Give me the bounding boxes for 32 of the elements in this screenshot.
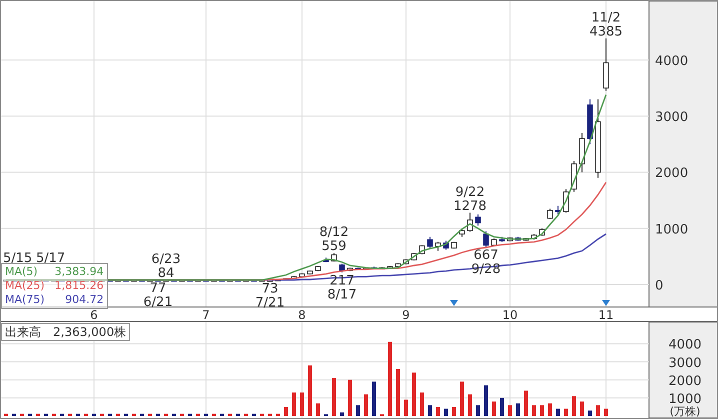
price-annotation: 73 7/21	[255, 281, 285, 310]
price-annotation: 11/2 4385	[589, 10, 623, 40]
axis-label: 3000	[668, 356, 702, 371]
date-annotation: 5/15	[3, 251, 32, 266]
price-annotation: 6/23 84	[151, 252, 181, 281]
legend-label: MA(5)	[5, 265, 39, 279]
axis-label: 7	[202, 308, 210, 322]
axis-label: 11	[598, 308, 614, 322]
axis-label: 6	[90, 308, 98, 322]
axis-label: 10	[502, 308, 518, 322]
axis-label: 0	[655, 278, 664, 294]
axis-label: 3000	[655, 110, 688, 126]
price-annotation: 77 6/21	[143, 281, 173, 310]
axis-label: 1000	[668, 392, 702, 407]
axis-label: 8	[298, 308, 306, 322]
axis-label: 4000	[668, 338, 702, 353]
unit-label: (万株)	[670, 405, 700, 418]
legend-value: 1,815.26	[54, 279, 104, 293]
axis-label: 1000	[655, 222, 688, 238]
legend-value: 2,363,000株	[53, 324, 126, 340]
price-annotation: 8/12 559	[319, 225, 349, 254]
axis-label: 2000	[668, 374, 702, 389]
price-annotation: 9/22 1278	[453, 184, 487, 214]
date-annotation: 5/17	[36, 251, 66, 266]
legend-value: 904.72	[64, 293, 104, 307]
axis-label: 2000	[655, 166, 688, 182]
axis-label: 9	[402, 308, 410, 322]
legend-label: MA(75)	[5, 293, 45, 307]
axis-label: 4000	[655, 54, 688, 69]
legend-label: MA(25)	[5, 279, 45, 293]
legend-value: 3,383.94	[54, 265, 104, 279]
legend-label: 出来高	[5, 324, 41, 340]
